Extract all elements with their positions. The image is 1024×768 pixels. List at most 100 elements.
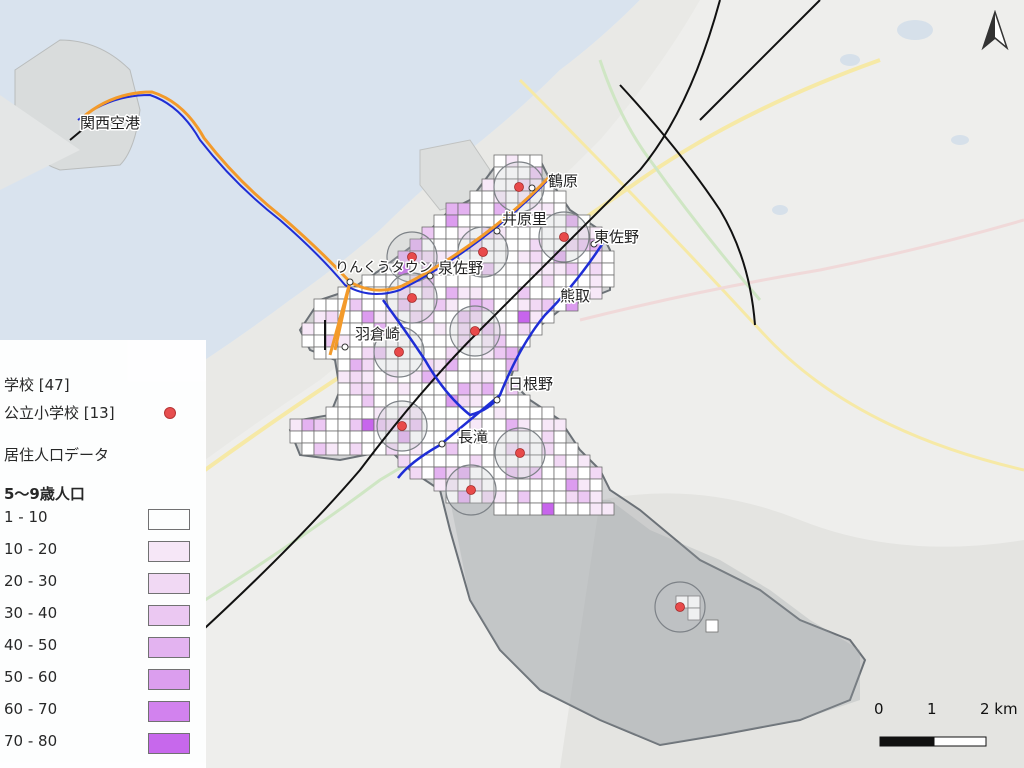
population-grid-cell: [349, 430, 363, 444]
population-grid-cell: [505, 262, 519, 276]
population-grid-cell: [481, 382, 495, 396]
population-grid-cell: [313, 298, 327, 312]
population-grid-cell: [505, 274, 519, 288]
population-grid-cell: [337, 418, 351, 432]
population-grid-cell: [469, 382, 483, 396]
population-grid-cell: [589, 478, 603, 492]
school-dot-icon[interactable]: [466, 485, 476, 495]
population-grid-cell: [373, 394, 387, 408]
population-grid-cell: [541, 490, 555, 504]
population-grid-cell: [493, 418, 507, 432]
population-grid-cell: [397, 454, 411, 468]
label-rinku-town: りんくうタウン: [335, 260, 433, 276]
population-grid-cell: [421, 466, 435, 480]
population-grid-cell: [445, 214, 459, 228]
legend-class-label: 30 - 40: [4, 604, 58, 622]
north-arrow-icon: [981, 10, 1009, 51]
population-grid-cell: [493, 406, 507, 420]
school-dot-icon[interactable]: [407, 293, 417, 303]
population-grid-cell: [517, 226, 531, 240]
population-grid-cell: [445, 226, 459, 240]
population-grid-cell: [481, 202, 495, 216]
population-grid-cell: [349, 370, 363, 384]
population-grid-cell: [373, 382, 387, 396]
population-grid-cell: [505, 334, 519, 348]
population-grid-cell: [493, 346, 507, 360]
population-grid-cell: [361, 382, 375, 396]
population-grid-cell: [529, 478, 543, 492]
population-grid-cell: [589, 262, 603, 276]
school-dot-icon[interactable]: [514, 182, 524, 192]
school-dot-icon[interactable]: [675, 602, 685, 612]
pond: [897, 20, 933, 40]
school-dot-icon[interactable]: [515, 448, 525, 458]
population-grid-cell: [445, 286, 459, 300]
population-grid-cell: [481, 370, 495, 384]
population-grid-cell: [349, 310, 363, 324]
population-grid-cell: [589, 286, 603, 300]
population-grid-cell: [361, 406, 375, 420]
legend-class-swatch: [148, 605, 190, 626]
population-grid-cell: [493, 370, 507, 384]
population-grid-cell: [517, 250, 531, 264]
population-grid-cell: [385, 382, 399, 396]
legend-population-field: 5〜9歳人口: [4, 485, 85, 503]
legend-class-label: 20 - 30: [4, 572, 58, 590]
school-dot-icon[interactable]: [394, 347, 404, 357]
population-grid-cell: [517, 406, 531, 420]
population-grid-cell: [421, 322, 435, 336]
population-grid-cell: [325, 310, 339, 324]
population-grid-cell: [361, 418, 375, 432]
school-dot-icon[interactable]: [470, 326, 480, 336]
population-grid-cell: [553, 190, 567, 204]
population-grid-cell: [553, 274, 567, 288]
population-grid-cell: [337, 382, 351, 396]
population-grid-cell: [421, 454, 435, 468]
population-grid-cell: [433, 466, 447, 480]
school-dot-icon[interactable]: [559, 232, 569, 242]
population-grid-cell: [469, 202, 483, 216]
legend-class-swatch: [148, 669, 190, 690]
scale-bar: 0 1 2 km: [866, 700, 1018, 760]
population-grid-cell: [481, 358, 495, 372]
population-grid-cell: [445, 346, 459, 360]
population-grid-cell: [457, 286, 471, 300]
population-grid-cell: [517, 502, 531, 516]
population-grid-cell: [481, 286, 495, 300]
map-legend: 学校 [47] 公立小学校 [13] 居住人口データ 5〜9歳人口 1 - 10…: [0, 340, 206, 768]
population-grid-cell: [529, 298, 543, 312]
population-grid-cell: [301, 322, 315, 336]
population-grid-cell: [433, 322, 447, 336]
population-grid-cell: [565, 490, 579, 504]
label-hagurazaki: 羽倉崎: [355, 325, 400, 343]
population-grid-cell: [493, 502, 507, 516]
population-grid-cell: [517, 490, 531, 504]
population-grid-cell: [445, 418, 459, 432]
population-grid-cell: [577, 502, 591, 516]
population-grid-cell: [565, 502, 579, 516]
population-grid-cell: [541, 502, 555, 516]
station-hineno: [493, 396, 501, 404]
school-dot-icon[interactable]: [478, 247, 488, 257]
legend-school-item: 公立小学校 [13]: [4, 404, 115, 422]
population-grid-cell: [289, 418, 303, 432]
population-grid-cell: [445, 298, 459, 312]
population-grid-cell: [505, 478, 519, 492]
population-grid-cell: [589, 490, 603, 504]
legend-class-label: 50 - 60: [4, 668, 58, 686]
population-grid-cell: [517, 478, 531, 492]
population-grid-cell: [601, 262, 615, 276]
label-higashi-sano: 東佐野: [594, 228, 639, 246]
population-grid-cell: [445, 238, 459, 252]
population-grid-cell: [589, 502, 603, 516]
population-grid-cell: [325, 430, 339, 444]
school-dot-icon[interactable]: [397, 421, 407, 431]
population-grid-cell: [397, 382, 411, 396]
population-grid-cell: [565, 454, 579, 468]
population-grid-cell: [361, 298, 375, 312]
population-grid-cell: [289, 430, 303, 444]
population-grid-cell: [505, 406, 519, 420]
legend-class-swatch: [148, 573, 190, 594]
population-grid-cell: [337, 358, 351, 372]
population-grid-cell: [529, 490, 543, 504]
